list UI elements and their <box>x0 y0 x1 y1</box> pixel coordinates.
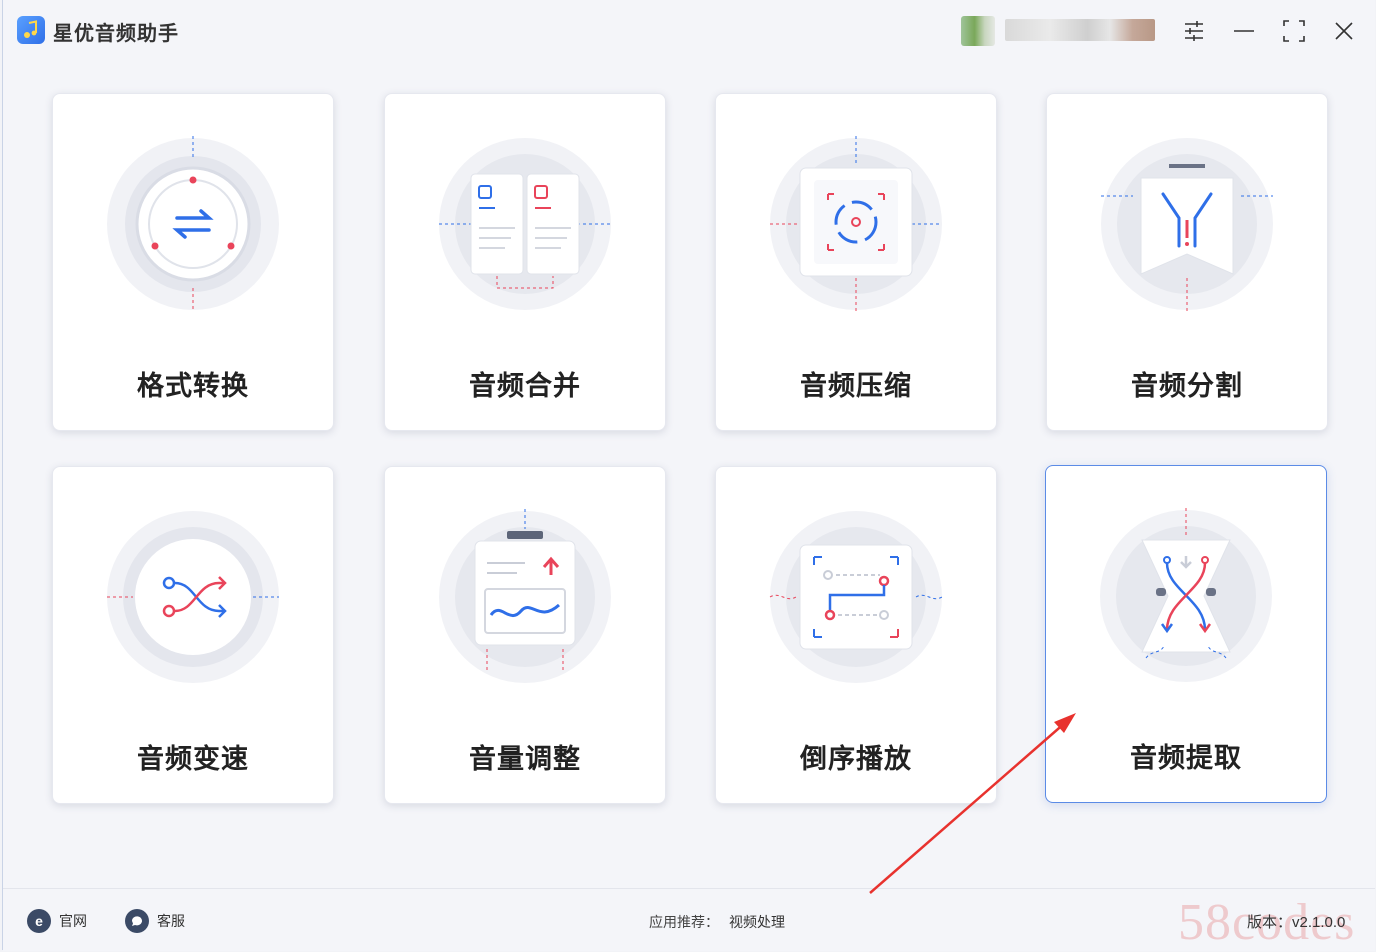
app-recommend: 应用推荐： 视频处理 <box>649 912 785 932</box>
tool-label: 格式转换 <box>137 371 249 401</box>
website-label: 官网 <box>59 913 87 929</box>
audio-compress-icon <box>770 136 942 312</box>
close-icon[interactable] <box>1327 14 1361 48</box>
chat-bubble-icon <box>125 909 149 933</box>
video-processing-link[interactable]: 视频处理 <box>729 914 785 930</box>
tool-card-audio-split[interactable]: 音频分割 <box>1046 93 1328 431</box>
tool-card-reverse-play[interactable]: 倒序播放 <box>715 466 997 804</box>
tool-label: 音频提取 <box>1130 743 1242 773</box>
tool-card-format-convert[interactable]: 格式转换 <box>52 93 334 431</box>
user-avatar[interactable] <box>961 16 995 46</box>
tool-card-audio-extract[interactable]: 音频提取 <box>1045 465 1327 803</box>
tool-card-audio-speed[interactable]: 音频变速 <box>52 466 334 804</box>
version-label: 版本：v2.1.0.0 <box>1247 914 1346 931</box>
audio-merge-icon <box>439 138 611 310</box>
support-label: 客服 <box>157 913 185 929</box>
audio-split-icon <box>1101 138 1273 312</box>
tool-label: 音频压缩 <box>800 371 912 401</box>
app-title: 星优音频助手 <box>53 23 179 45</box>
format-convert-icon <box>107 136 279 310</box>
browser-icon: e <box>27 909 51 933</box>
tool-card-volume-adjust[interactable]: 音量调整 <box>384 466 666 804</box>
app-logo-icon <box>17 16 45 44</box>
tool-card-audio-compress[interactable]: 音频压缩 <box>715 93 997 431</box>
tool-label: 音频合并 <box>469 371 581 401</box>
settings-sliders-icon[interactable] <box>1177 14 1211 48</box>
footer-bar: 58codes e 官网 客服 应用推荐： 视频处理 版本：v2.1.0.0 <box>3 888 1375 951</box>
audio-extract-icon <box>1100 508 1272 682</box>
tool-label: 音频变速 <box>137 744 249 774</box>
tool-label: 倒序播放 <box>800 744 912 774</box>
maximize-icon[interactable] <box>1277 14 1311 48</box>
volume-adjust-icon <box>439 509 611 683</box>
reverse-play-icon <box>769 511 943 683</box>
audio-speed-icon <box>107 511 279 683</box>
title-bar: 星优音频助手 <box>3 0 1375 60</box>
tool-card-audio-merge[interactable]: 音频合并 <box>384 93 666 431</box>
tool-label: 音频分割 <box>1131 371 1243 401</box>
website-link[interactable]: e 官网 <box>27 909 87 933</box>
recommend-label: 应用推荐： <box>649 914 719 930</box>
minimize-icon[interactable] <box>1227 14 1261 48</box>
tool-label: 音量调整 <box>469 744 581 774</box>
username-blurred[interactable] <box>1005 19 1155 41</box>
support-link[interactable]: 客服 <box>125 909 185 933</box>
app-window: 星优音频助手 格式转换 音频合并 音频压缩 音频分割 音频变速 音量调整 倒序播… <box>2 0 1375 951</box>
